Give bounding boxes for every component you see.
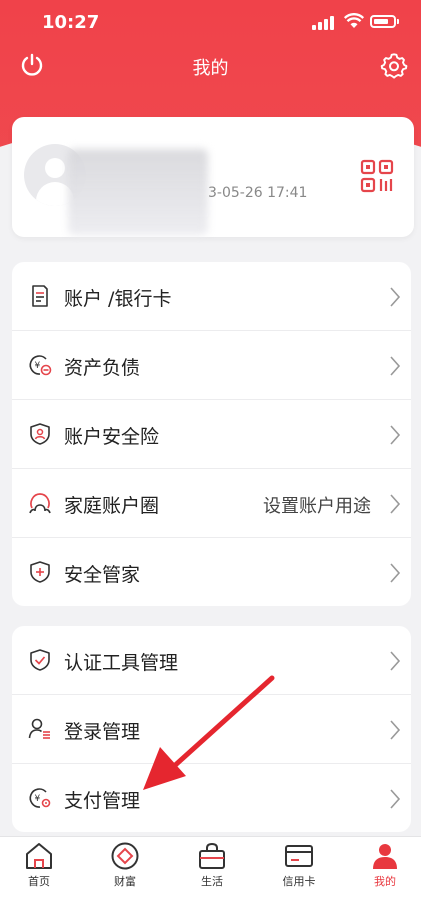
qr-code-icon[interactable] bbox=[360, 159, 394, 193]
me-icon bbox=[373, 844, 397, 869]
menu-item-label: 家庭账户圈 bbox=[64, 495, 160, 517]
menu-item-account-card[interactable]: 账户 /银行卡 bbox=[12, 262, 411, 331]
menu-item-hint: 设置账户用途 bbox=[263, 496, 371, 517]
tab-life[interactable]: 生活 bbox=[182, 841, 242, 889]
auth-tool-icon bbox=[30, 649, 50, 671]
menu-group-management: 认证工具管理 登录管理 ¥ 支付管理 bbox=[12, 626, 411, 832]
account-insurance-icon bbox=[30, 423, 50, 445]
status-time: 10:27 bbox=[42, 12, 100, 33]
status-bar: 10:27 bbox=[0, 0, 421, 44]
tab-label: 财富 bbox=[114, 875, 136, 888]
tab-home[interactable]: 首页 bbox=[9, 841, 69, 889]
login-manage-icon bbox=[28, 718, 50, 739]
tab-me[interactable]: 我的 bbox=[355, 841, 415, 889]
last-login-time: 3-05-26 17:41 bbox=[208, 185, 308, 201]
family-circle-icon bbox=[29, 493, 51, 514]
chevron-right-icon bbox=[390, 563, 401, 583]
cellular-signal-icon bbox=[312, 16, 334, 30]
chevron-right-icon bbox=[390, 356, 401, 376]
menu-group-account: 账户 /银行卡 ¥ 资产负债 账户安全险 家庭账户圈 设置账户用途 安全管家 bbox=[12, 262, 411, 606]
gear-icon[interactable] bbox=[380, 52, 408, 80]
menu-item-security-guard[interactable]: 安全管家 bbox=[12, 538, 411, 607]
tab-label: 我的 bbox=[374, 875, 396, 888]
battery-icon bbox=[370, 15, 396, 28]
menu-item-asset-liability[interactable]: ¥ 资产负债 bbox=[12, 331, 411, 400]
credit-card-icon bbox=[285, 845, 313, 867]
menu-item-label: 资产负债 bbox=[64, 357, 141, 379]
chevron-right-icon bbox=[390, 287, 401, 307]
menu-item-label: 账户安全险 bbox=[64, 426, 160, 448]
nav-bar: 我的 bbox=[0, 44, 421, 88]
account-card-icon bbox=[32, 285, 48, 307]
menu-item-family-circle[interactable]: 家庭账户圈 设置账户用途 bbox=[12, 469, 411, 538]
payment-manage-icon: ¥ bbox=[29, 788, 51, 808]
chevron-right-icon bbox=[390, 789, 401, 809]
menu-item-account-insurance[interactable]: 账户安全险 bbox=[12, 400, 411, 469]
menu-item-label: 认证工具管理 bbox=[64, 652, 179, 674]
tab-label: 首页 bbox=[28, 875, 50, 888]
tab-label: 生活 bbox=[201, 875, 223, 888]
profile-card[interactable]: 3-05-26 17:41 bbox=[12, 117, 414, 237]
page-title: 我的 bbox=[192, 58, 229, 79]
bottom-tab-bar: 首页 财富 生活 信用卡 我的 bbox=[0, 836, 421, 905]
blurred-user-name bbox=[68, 149, 208, 235]
chevron-right-icon bbox=[390, 425, 401, 445]
life-bag-icon bbox=[199, 842, 225, 869]
tab-wealth[interactable]: 财富 bbox=[95, 841, 155, 889]
menu-item-label: 账户 /银行卡 bbox=[64, 288, 172, 310]
menu-item-payment-manage[interactable]: ¥ 支付管理 bbox=[12, 764, 411, 833]
menu-item-label: 支付管理 bbox=[64, 790, 141, 812]
chevron-right-icon bbox=[390, 494, 401, 514]
security-shield-icon bbox=[30, 561, 50, 583]
menu-item-auth-tools[interactable]: 认证工具管理 bbox=[12, 626, 411, 695]
svg-text:¥: ¥ bbox=[35, 361, 41, 371]
menu-item-label: 登录管理 bbox=[64, 721, 141, 743]
tab-credit-card[interactable]: 信用卡 bbox=[269, 841, 329, 889]
menu-item-label: 安全管家 bbox=[64, 564, 141, 586]
asset-liability-icon: ¥ bbox=[29, 355, 52, 376]
tab-label: 信用卡 bbox=[282, 875, 316, 888]
wifi-icon bbox=[344, 13, 364, 28]
menu-item-login-manage[interactable]: 登录管理 bbox=[12, 695, 411, 764]
chevron-right-icon bbox=[390, 651, 401, 671]
chevron-right-icon bbox=[390, 720, 401, 740]
svg-text:¥: ¥ bbox=[35, 794, 41, 804]
wealth-icon bbox=[111, 842, 139, 870]
home-icon bbox=[26, 843, 52, 869]
